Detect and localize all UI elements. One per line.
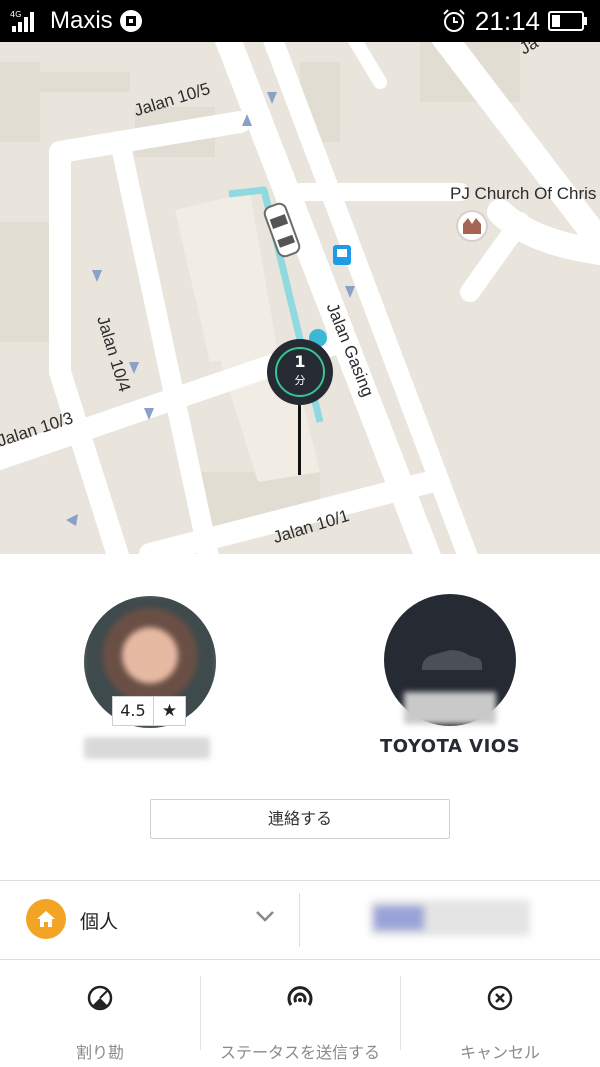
eta-value: 1 <box>294 352 306 371</box>
action-bar: 割り勘 ステータスを送信する キャンセル <box>0 961 600 1067</box>
signal-icon: 4G <box>10 10 34 32</box>
eta-pin: 1 分 <box>267 339 333 477</box>
chevron-down-icon <box>256 911 274 922</box>
carrier-name: Maxis <box>50 7 113 34</box>
uber-app-icon <box>119 10 142 32</box>
vertical-divider <box>299 893 300 947</box>
payment-method-blurred[interactable] <box>370 900 530 936</box>
status-bar: 4G Maxis 21:14 <box>0 0 600 42</box>
share-status-icon <box>287 986 313 1006</box>
share-status-label: ステータスを送信する <box>219 1043 380 1062</box>
clock: 21:14 <box>474 5 540 36</box>
driver-name-blurred <box>84 737 210 759</box>
action-separator <box>400 976 401 1050</box>
poi-label: PJ Church Of Chris <box>450 184 597 203</box>
eta-unit: 分 <box>294 374 306 387</box>
split-fare-label: 割り勘 <box>75 1043 124 1062</box>
home-icon <box>26 899 66 939</box>
cancel-icon <box>487 985 513 1011</box>
rating-value: 4.5 <box>113 697 154 725</box>
split-fare-button[interactable]: 割り勘 <box>0 977 200 1062</box>
star-icon: ★ <box>161 701 178 721</box>
license-plate-blurred <box>404 692 496 724</box>
map-view[interactable]: Jalan 10/5 Jalan 10/4 Jalan 10/3 Jalan G… <box>0 42 600 554</box>
action-separator <box>200 976 201 1050</box>
cancel-label: キャンセル <box>459 1043 540 1062</box>
payment-chip <box>374 906 424 930</box>
profile-selector[interactable]: 個人 <box>0 881 300 959</box>
share-status-button[interactable]: ステータスを送信する <box>200 977 400 1062</box>
profile-label: 個人 <box>80 911 119 933</box>
map-canvas <box>0 42 600 554</box>
status-left: 4G Maxis <box>10 6 143 36</box>
pin-stem <box>298 399 301 475</box>
network-type: 4G <box>10 10 21 19</box>
split-fare-icon <box>87 985 113 1011</box>
battery-icon <box>548 11 587 31</box>
divider-bottom <box>0 959 600 960</box>
cancel-button[interactable]: キャンセル <box>400 977 600 1062</box>
alarm-icon <box>443 9 465 32</box>
driver-rating: 4.5 ★ <box>112 696 186 726</box>
contact-button[interactable]: 連絡する <box>150 799 450 839</box>
status-right: 21:14 <box>441 6 588 36</box>
vehicle-model: TOYOTA VIOS <box>379 736 521 757</box>
